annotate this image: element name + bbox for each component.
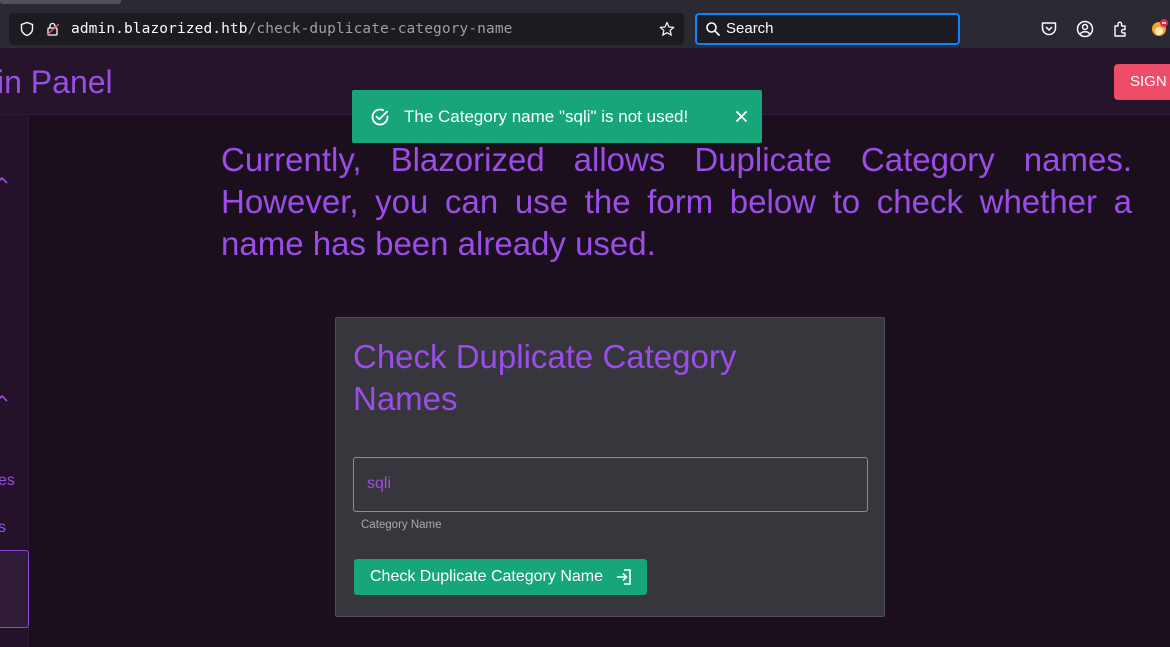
shield-icon[interactable]	[19, 21, 35, 37]
close-icon[interactable]	[735, 110, 748, 123]
check-duplicate-card: Check Duplicate Category Names Category …	[335, 317, 885, 617]
chevron-up-icon[interactable]	[0, 175, 8, 187]
sidebar-item-label[interactable]: es	[0, 472, 15, 490]
check-duplicate-button-label: Check Duplicate Category Name	[370, 568, 603, 585]
pocket-icon[interactable]	[1040, 20, 1058, 38]
sign-out-button[interactable]: SIGN	[1114, 64, 1170, 100]
browser-search-box[interactable]: Search	[695, 13, 960, 45]
sign-in-icon	[617, 569, 631, 585]
browser-toolbar: admin.blazorized.htb/check-duplicate-cat…	[0, 0, 1170, 48]
extension-fox-icon[interactable]	[1149, 18, 1169, 38]
card-title: Check Duplicate Category Names	[353, 338, 737, 417]
category-name-input[interactable]	[367, 475, 847, 493]
search-icon	[706, 22, 721, 37]
sidebar-item-active[interactable]	[0, 550, 29, 628]
address-bar[interactable]: admin.blazorized.htb/check-duplicate-cat…	[9, 13, 684, 45]
chevron-up-icon[interactable]	[0, 393, 8, 405]
sidebar-item-label[interactable]: s	[0, 519, 6, 537]
lock-insecure-icon[interactable]	[45, 21, 61, 37]
toast-message: The Category name "sqli" is not used!	[404, 107, 689, 126]
category-name-label: Category Name	[361, 519, 442, 531]
url-host: admin.blazorized.htb	[71, 21, 248, 37]
account-icon[interactable]	[1076, 20, 1094, 38]
browser-tab[interactable]	[0, 0, 121, 4]
search-placeholder: Search	[726, 20, 774, 37]
bookmark-star-icon[interactable]	[659, 21, 675, 37]
check-circle-icon	[371, 108, 389, 126]
category-name-field[interactable]	[353, 457, 868, 512]
intro-text: Currently, Blazorized allows Duplicate C…	[221, 141, 1132, 262]
url-text[interactable]: admin.blazorized.htb/check-duplicate-cat…	[71, 21, 513, 37]
url-path: /check-duplicate-category-name	[247, 21, 513, 37]
extensions-icon[interactable]	[1112, 20, 1130, 38]
check-duplicate-button[interactable]: Check Duplicate Category Name	[354, 559, 647, 595]
sidebar: es s	[0, 115, 29, 647]
success-toast: The Category name "sqli" is not used!	[352, 90, 762, 143]
app-title: in Panel	[0, 64, 113, 100]
